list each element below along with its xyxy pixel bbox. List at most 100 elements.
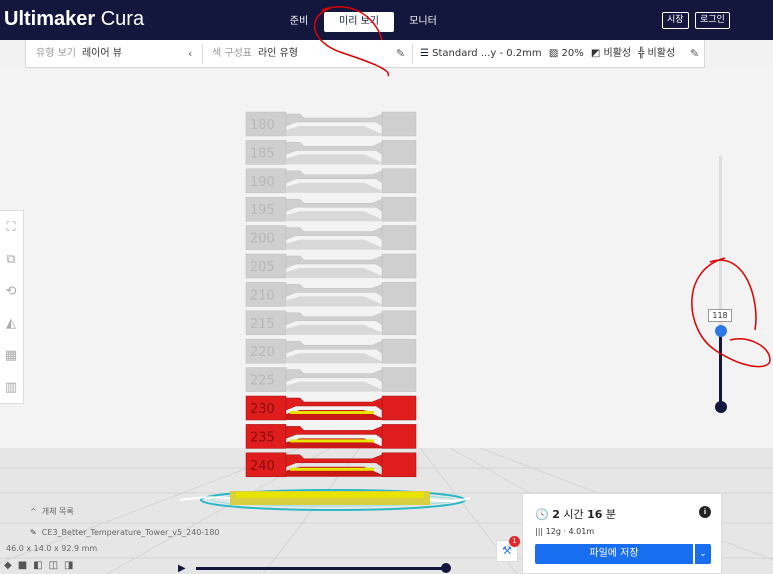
tier-bridge [285, 454, 383, 468]
adhesion-icon: ╬ [638, 48, 645, 59]
tab-preview[interactable]: 미리 보기 [324, 12, 394, 32]
tier-overhang [286, 126, 382, 136]
tier-bridge [285, 255, 383, 269]
layer-slider-label[interactable]: 118 [708, 309, 732, 322]
tower-tier: 235 [245, 424, 417, 449]
tier-bridge [285, 113, 383, 127]
tier-right-block [381, 168, 417, 194]
adhesion-value: 비활성 [647, 48, 676, 59]
tier-temperature-label: 200 [250, 232, 275, 247]
view-orientation-icons[interactable]: ◆■◧◫◨ [4, 560, 79, 571]
spool-icon: ||| [535, 527, 544, 536]
tower-tier: 200 [245, 225, 417, 250]
tier-right-block [381, 140, 417, 165]
tier-bridge [285, 340, 383, 354]
tier-temperature-label: 185 [250, 146, 275, 161]
tower-tier: 220 [245, 338, 417, 364]
scale-tool-icon[interactable]: ⧉ [0, 243, 22, 275]
layer-slider-upper-handle[interactable] [715, 325, 727, 337]
color-scheme-selector[interactable]: 색 구성표 라인 유형 [212, 40, 298, 68]
tier-temperature-label: 190 [250, 175, 275, 190]
tier-temperature-label: 215 [250, 317, 275, 332]
pencil-icon[interactable]: ✎ [396, 47, 405, 60]
tier-right-block [381, 253, 417, 279]
tab-prepare[interactable]: 준비 [274, 12, 324, 32]
tier-right-block [381, 338, 417, 364]
tier-right-block [381, 196, 417, 222]
tier-temperature-label: 195 [250, 203, 275, 218]
tier-overhang [286, 182, 382, 193]
support-value: 비활성 [603, 48, 632, 59]
tier-skin [290, 439, 374, 443]
tower-tier: 240 [245, 452, 417, 478]
clock-icon: 🕓 [535, 508, 549, 521]
save-to-file-button[interactable]: 파일에 저장 [535, 544, 693, 564]
tower-tier: 185 [245, 140, 417, 165]
material-usage: ||| 12g · 4.01m [535, 527, 595, 536]
profile-value: Standard ...y - 0.2mm [432, 48, 542, 59]
tier-bridge [285, 142, 383, 155]
tier-bridge [285, 312, 383, 326]
tier-right-block [381, 111, 417, 137]
support-blocker-icon[interactable]: ▥ [0, 371, 22, 403]
tier-temperature-label: 235 [250, 430, 275, 445]
tier-skin [290, 467, 374, 471]
chevron-up-icon: ^ [30, 507, 37, 516]
tier-overhang [286, 296, 382, 307]
chevron-left-icon[interactable]: ‹ [188, 47, 192, 60]
tier-right-block [381, 282, 417, 307]
tier-right-block [381, 424, 417, 449]
info-icon[interactable]: i [699, 506, 711, 518]
notification-badge: 1 [509, 536, 520, 547]
tier-bridge [285, 284, 383, 297]
per-model-settings-icon[interactable]: ▦ [0, 339, 22, 371]
pencil-icon: ✎ [30, 528, 37, 537]
tier-right-block [381, 367, 417, 392]
top-header: Ultimaker Cura 준비 미리 보기 모니터 시장 로그인 [0, 0, 773, 40]
object-list-toggle[interactable]: ^ 개체 목록 [30, 506, 74, 517]
tier-overhang [286, 239, 382, 250]
tier-bridge [285, 426, 383, 439]
object-file-name: ✎ CE3_Better_Temperature_Tower_v5_240-18… [30, 528, 220, 537]
pencil-icon[interactable]: ✎ [690, 47, 699, 60]
app-logo: Ultimaker Cura [4, 8, 145, 30]
simulation-slider[interactable] [196, 567, 446, 570]
print-settings-selector[interactable]: ☰ Standard ...y - 0.2mm ▨ 20% ◩ 비활성 ╬ 비활… [420, 40, 675, 68]
layer-slider-range[interactable] [719, 332, 722, 407]
tier-overhang [286, 381, 382, 392]
tier-overhang [286, 268, 382, 278]
tier-overhang [286, 353, 382, 364]
support-icon: ◩ [590, 48, 601, 59]
tier-temperature-label: 210 [250, 288, 275, 303]
tier-right-block [381, 395, 417, 421]
infill-value: 20% [561, 48, 584, 59]
mirror-tool-icon[interactable]: ◭ [0, 307, 22, 339]
tier-bridge [285, 227, 383, 241]
tier-temperature-label: 180 [250, 118, 275, 133]
login-button[interactable]: 로그인 [695, 12, 730, 29]
tier-bridge [285, 369, 383, 383]
layer-slider-lower-handle[interactable] [715, 401, 727, 413]
tier-bridge [285, 170, 383, 184]
stage-toolbar: 유형 보기 레이어 뷰 ‹ 색 구성표 라인 유형 ✎ ☰ Standard ...… [25, 40, 705, 68]
tier-right-block [381, 452, 417, 478]
marketplace-button[interactable]: 시장 [662, 12, 689, 29]
play-icon[interactable]: ▶ [178, 563, 186, 574]
profile-icon: ☰ [420, 48, 429, 59]
rotate-tool-icon[interactable]: ⟲ [0, 275, 22, 307]
tier-overhang [286, 211, 382, 222]
object-dimensions: 46.0 x 14.0 x 92.9 mm [6, 544, 98, 553]
chevron-down-icon[interactable]: ⌄ [695, 544, 711, 564]
move-tool-icon[interactable]: ⛶ [0, 211, 22, 243]
tower-tier: 215 [245, 310, 417, 336]
tower-tier: 225 [245, 367, 417, 392]
tier-temperature-label: 230 [250, 402, 275, 417]
tier-overhang [286, 154, 382, 165]
simulation-slider-handle[interactable] [441, 563, 451, 573]
tier-temperature-label: 240 [250, 459, 275, 474]
tab-monitor[interactable]: 모니터 [398, 12, 448, 32]
view-type-selector[interactable]: 유형 보기 레이어 뷰 [36, 40, 122, 68]
tier-temperature-label: 220 [250, 345, 275, 360]
layer-slider-track[interactable] [719, 156, 722, 332]
infill-icon: ▨ [548, 48, 559, 59]
